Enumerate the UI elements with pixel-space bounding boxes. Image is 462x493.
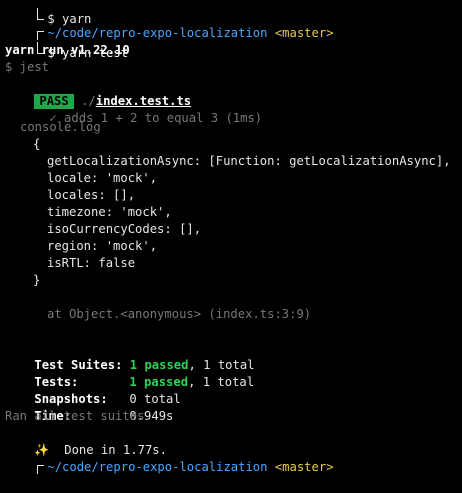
pass-line: PASS ./index.test.ts [0, 76, 462, 109]
prompt-line: ~/code/repro-expo-localization <master> [0, 8, 462, 40]
prompt-corner-icon [37, 465, 45, 474]
done-line: ✨ Done in 1.77s. [0, 425, 462, 457]
scrolled-line: $ yarn [0, 0, 462, 26]
object-close-brace: } [33, 273, 41, 287]
test-result-line: ✓ adds 1 + 2 to equal 3 (1ms) [0, 93, 462, 125]
object-line: getLocalizationAsync: [Function: getLoca… [47, 154, 451, 168]
bottom-prompt-path: ~/code/repro-expo-localization [47, 460, 268, 474]
bottom-prompt-line: ~/code/repro-expo-localization <master> [0, 442, 462, 474]
yarn-version-line: yarn run v1.22.10 [5, 43, 130, 57]
terminal-window: { "terminal": { "top_fragment": "$ yarn"… [0, 0, 462, 474]
summary-suites: Test Suites: 1 passed, 1 total [0, 340, 462, 372]
object-line: locales: [], [47, 188, 136, 202]
object-line: timezone: 'mock', [47, 205, 172, 219]
console-log-title: console.log [20, 120, 101, 134]
object-line: isRTL: false [47, 256, 136, 270]
stack-trace-line: at Object.<anonymous> (index.ts:3:9) [47, 307, 312, 321]
summary-time: Time: 0.949s [0, 391, 462, 423]
terminal-output: $ yarn ~/code/repro-expo-localization <m… [0, 0, 462, 474]
object-line: region: 'mock', [47, 239, 158, 253]
summary-snapshots: Snapshots: 0 total [0, 374, 462, 406]
summary-tests: Tests: 1 passed, 1 total [0, 357, 462, 389]
ran-all-line: Ran all test suites. [5, 409, 152, 423]
object-open-brace: { [33, 137, 41, 151]
object-line: isoCurrencyCodes: [], [47, 222, 202, 236]
bottom-prompt-branch: <master> [274, 460, 334, 474]
object-line: locale: 'mock', [47, 171, 158, 185]
jest-command-line: $ jest [5, 60, 50, 74]
command-line: $ yarn test [0, 25, 462, 60]
